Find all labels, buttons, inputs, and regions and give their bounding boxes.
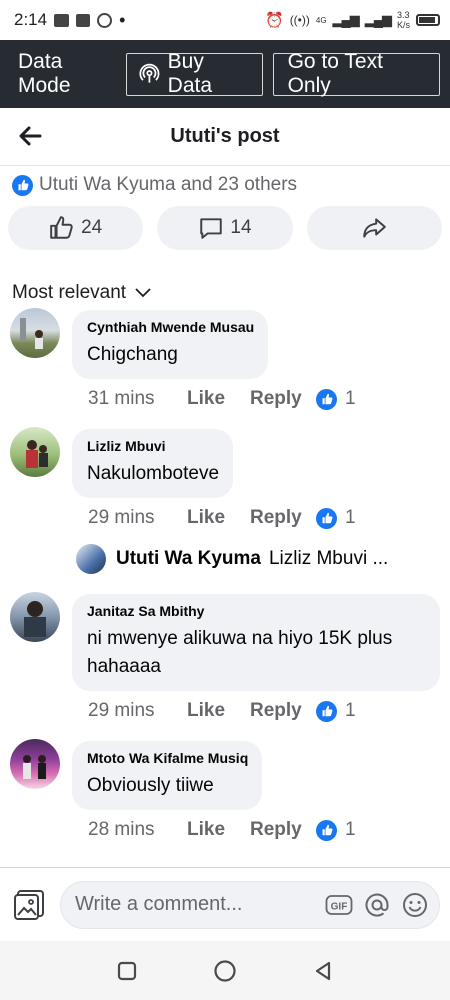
comment-button[interactable]: 14 [157, 206, 293, 250]
comment-author[interactable]: Cynthiah Mwende Musau [87, 319, 254, 335]
buy-data-label: Buy Data [167, 50, 213, 97]
comment-reaction-count[interactable]: 1 [345, 819, 356, 841]
back-arrow-icon[interactable] [16, 122, 44, 150]
avatar[interactable] [10, 308, 60, 358]
comment-sort-dropdown[interactable]: Most relevant [0, 250, 450, 310]
comment-reaction-count[interactable]: 1 [345, 700, 356, 722]
reply-snippet: Lizliz Mbuvi ... [268, 548, 389, 569]
comment-time[interactable]: 29 mins [88, 700, 187, 722]
comment-like-button[interactable]: Like [187, 388, 250, 410]
comment-text: Obviously tiiwe [87, 775, 214, 796]
comment-like-button[interactable]: Like [187, 507, 250, 529]
comment-reaction-count[interactable]: 1 [345, 388, 356, 410]
signal-icon: ▂▄▆ [332, 12, 360, 27]
post-actions: 24 14 [0, 198, 450, 250]
comment-text: Nakulomboteve [87, 463, 220, 484]
status-time: 2:14 [14, 10, 48, 29]
comment-time[interactable]: 28 mins [88, 819, 187, 841]
avatar[interactable] [10, 427, 60, 477]
comment-composer: Write a comment... GIF [0, 867, 450, 941]
sort-label: Most relevant [12, 282, 127, 303]
comment-count: 14 [230, 217, 252, 238]
battery-icon [416, 14, 440, 26]
comment-meta: 28 mins Like Reply 1 [72, 810, 450, 850]
comment-time[interactable]: 31 mins [88, 388, 187, 410]
comment-reply-button[interactable]: Reply [250, 388, 316, 410]
comment-reply-button[interactable]: Reply [250, 507, 316, 529]
photo-icon[interactable] [12, 888, 46, 922]
data-mode-label: Data Mode [18, 50, 71, 97]
like-reaction-icon [316, 819, 337, 841]
home-icon[interactable] [213, 959, 237, 983]
comment-meta: 29 mins Like Reply 1 [72, 498, 450, 538]
avatar[interactable] [10, 739, 60, 789]
buy-data-button[interactable]: Buy Data [125, 50, 263, 97]
hotspot-icon: ((•)) [289, 13, 310, 27]
comment-bubble[interactable]: Janitaz Sa Mbithy ni mwenye alikuwa na h… [72, 594, 440, 691]
post-header: Ututi's post [0, 108, 450, 166]
gallery-notification-icon [54, 13, 70, 27]
comment-item: Lizliz Mbuvi Nakulomboteve 29 mins Like … [0, 427, 450, 538]
text-only-label: Go to Text Only [287, 50, 383, 97]
comment-item: Janitaz Sa Mbithy ni mwenye alikuwa na h… [0, 592, 450, 731]
share-button[interactable] [306, 206, 442, 250]
comment-meta: 31 mins Like Reply 1 [72, 379, 450, 419]
share-icon [363, 218, 387, 238]
gif-icon[interactable]: GIF [325, 891, 353, 919]
like-count: 24 [81, 217, 103, 238]
dot-icon: • [119, 9, 126, 30]
comment-input-placeholder: Write a comment... [75, 893, 243, 915]
comment-author[interactable]: Lizliz Mbuvi [87, 438, 219, 454]
thumbs-up-icon [50, 216, 73, 239]
comment-time[interactable]: 29 mins [88, 507, 187, 529]
comment-author[interactable]: Janitaz Sa Mbithy [87, 603, 426, 619]
page-title: Ututi's post [170, 125, 280, 147]
status-bar: 2:14 • ⏰ ((•)) 4G ▂▄▆ ▂▄▆ 3.3 K/s [0, 0, 450, 40]
comment-reply-button[interactable]: Reply [250, 819, 316, 841]
gif-label: GIF [331, 901, 348, 912]
like-reaction-icon [316, 388, 337, 410]
comment-bubble[interactable]: Lizliz Mbuvi Nakulomboteve [72, 429, 234, 498]
like-reaction-icon [316, 507, 337, 529]
comment-meta: 29 mins Like Reply 1 [72, 691, 450, 731]
like-reaction-icon [316, 700, 337, 722]
comment-bubble[interactable]: Cynthiah Mwende Musau Chigchang [72, 310, 269, 379]
comment-bubble[interactable]: Mtoto Wa Kifalme Musiq Obviously tiiwe [72, 741, 263, 810]
network-type: 4G [315, 15, 327, 25]
comment-text: Chigchang [87, 344, 178, 365]
like-reaction-icon [12, 174, 33, 196]
comment-text: ni mwenye alikuwa na hiyo 15K plus hahaa… [87, 628, 393, 677]
like-button[interactable]: 24 [8, 206, 144, 250]
comment-like-button[interactable]: Like [187, 819, 250, 841]
back-nav-icon[interactable] [312, 960, 334, 982]
reply-avatar [76, 544, 106, 574]
avatar[interactable] [10, 592, 60, 642]
reaction-summary-text: Ututi Wa Kyuma and 23 others [39, 174, 298, 195]
comment-reaction-count[interactable]: 1 [345, 507, 356, 529]
alarm-icon: ⏰ [265, 12, 284, 29]
signal-icon-2: ▂▄▆ [364, 12, 392, 27]
chevron-down-icon [135, 288, 151, 298]
comment-like-button[interactable]: Like [187, 700, 250, 722]
broadcast-icon [139, 63, 160, 83]
message-notification-icon [76, 13, 91, 27]
comment-item: Mtoto Wa Kifalme Musiq Obviously tiiwe 2… [0, 739, 450, 850]
system-nav-bar [0, 941, 450, 1000]
comment-input[interactable]: Write a comment... GIF [60, 880, 440, 929]
reaction-summary[interactable]: Ututi Wa Kyuma and 23 others [0, 166, 450, 198]
data-mode-bar: Data Mode Buy Data Go to Text Only [0, 40, 450, 108]
reply-author: Ututi Wa Kyuma [116, 548, 261, 569]
recent-apps-icon[interactable] [116, 960, 138, 982]
text-only-button[interactable]: Go to Text Only [272, 50, 441, 97]
comment-author[interactable]: Mtoto Wa Kifalme Musiq [87, 750, 248, 766]
reply-preview[interactable]: Ututi Wa Kyuma Lizliz Mbuvi ... [0, 538, 450, 580]
comment-icon [200, 218, 223, 239]
comment-reply-button[interactable]: Reply [250, 700, 316, 722]
comment-item: Cynthiah Mwende Musau Chigchang 31 mins … [0, 308, 450, 419]
net-speed: 3.3 K/s [396, 10, 410, 30]
whatsapp-icon [97, 12, 113, 28]
emoji-icon[interactable] [401, 891, 429, 919]
mention-icon[interactable] [363, 891, 391, 919]
